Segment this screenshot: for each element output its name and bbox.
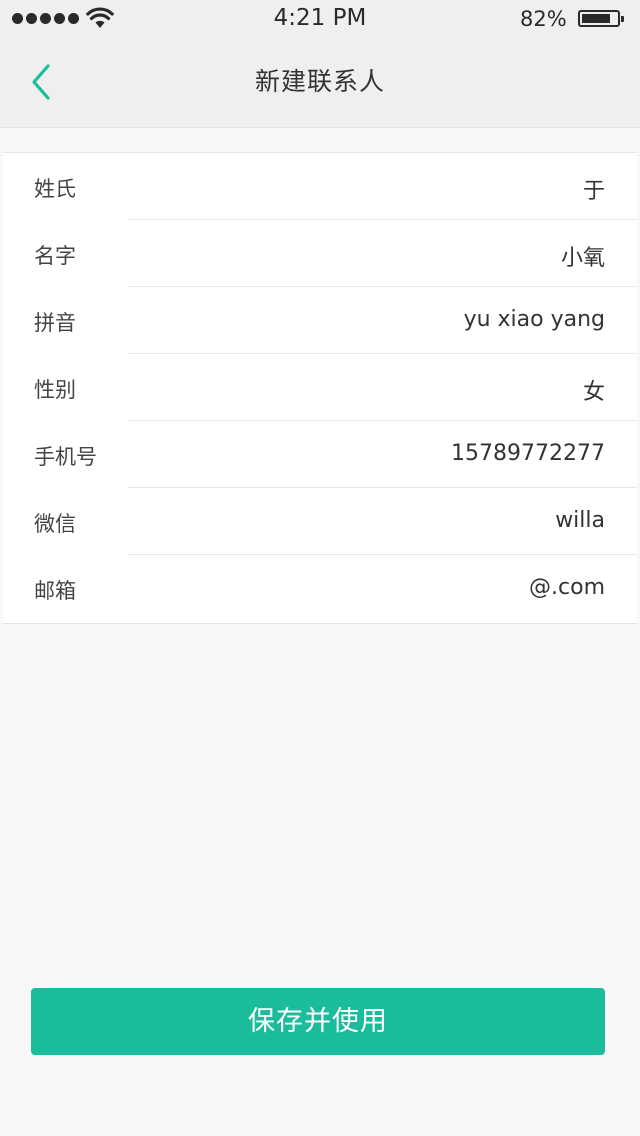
field-label-surname: 姓氏 xyxy=(34,177,76,201)
wechat-field[interactable]: willa xyxy=(555,508,605,533)
pinyin-field[interactable]: yu xiao yang xyxy=(464,307,605,332)
surname-field[interactable]: 于 xyxy=(583,173,605,205)
form-row-wechat[interactable]: 微信 willa xyxy=(3,488,637,555)
email-field[interactable]: @.com xyxy=(529,575,605,600)
phone-field[interactable]: 15789772277 xyxy=(451,441,605,466)
field-label-gender: 性别 xyxy=(34,378,76,402)
given-name-field[interactable]: 小氧 xyxy=(561,240,605,272)
form-row-surname[interactable]: 姓氏 于 xyxy=(3,153,637,220)
field-label-pinyin: 拼音 xyxy=(34,311,76,335)
nav-bar: 新建联系人 xyxy=(0,40,640,128)
field-label-phone: 手机号 xyxy=(34,445,97,469)
field-label-given-name: 名字 xyxy=(34,244,76,268)
contact-form: 姓氏 于 名字 小氧 拼音 yu xiao yang 性别 女 手机号 1578… xyxy=(3,152,637,624)
form-row-given-name[interactable]: 名字 小氧 xyxy=(3,220,637,287)
battery-icon xyxy=(578,10,624,27)
field-label-wechat: 微信 xyxy=(34,512,76,536)
gender-field[interactable]: 女 xyxy=(583,374,605,406)
form-row-email[interactable]: 邮箱 @.com xyxy=(3,555,637,622)
save-and-use-button[interactable]: 保存并使用 xyxy=(31,988,605,1055)
form-row-pinyin[interactable]: 拼音 yu xiao yang xyxy=(3,287,637,354)
form-row-gender[interactable]: 性别 女 xyxy=(3,354,637,421)
header: 4:21 PM 82% 新建联系人 xyxy=(0,0,640,128)
status-bar: 4:21 PM 82% xyxy=(0,0,640,40)
field-label-email: 邮箱 xyxy=(34,579,76,603)
battery-level-fill xyxy=(582,14,610,23)
form-row-phone[interactable]: 手机号 15789772277 xyxy=(3,421,637,488)
page-title: 新建联系人 xyxy=(254,67,385,96)
battery-percent: 82% xyxy=(520,7,567,31)
